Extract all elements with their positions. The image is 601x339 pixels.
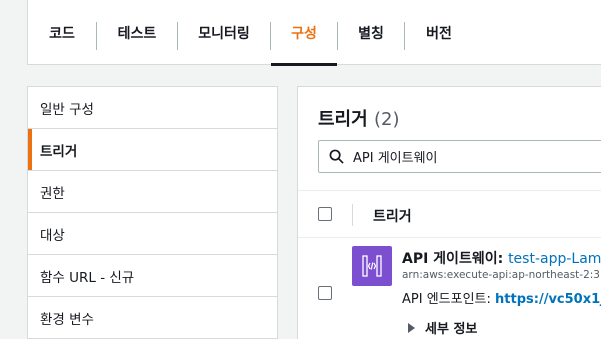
triggers-heading: 트리거 bbox=[318, 109, 368, 130]
column-divider bbox=[352, 204, 353, 226]
configuration-sidebar: 일반 구성 트리거 권한 대상 함수 URL - 신규 환경 변수 bbox=[27, 86, 278, 339]
trigger-arn: arn:aws:execute-api:ap-northeast-2:3 bbox=[402, 269, 600, 281]
table-row: API 게이트웨이: test-app-Lambda arn:aws:execu… bbox=[298, 238, 601, 339]
search-icon bbox=[329, 149, 344, 164]
row-checkbox[interactable] bbox=[318, 286, 332, 300]
search-input[interactable] bbox=[353, 149, 593, 164]
trigger-count: (2) bbox=[373, 109, 400, 130]
sidebar-item-general-configuration[interactable]: 일반 구성 bbox=[28, 87, 277, 129]
sidebar-item-environment-variables[interactable]: 환경 변수 bbox=[28, 297, 277, 339]
table-header: 트리거 bbox=[298, 190, 601, 238]
trigger-type: API 게이트웨이: bbox=[402, 251, 504, 267]
tab-code[interactable]: 코드 bbox=[28, 0, 96, 65]
api-endpoint: API 엔드포인트: https://vc50x1j bbox=[402, 288, 601, 307]
tab-test[interactable]: 테스트 bbox=[97, 0, 177, 65]
column-header-trigger: 트리거 bbox=[373, 209, 412, 225]
endpoint-link[interactable]: https://vc50x1j bbox=[495, 292, 601, 307]
trigger-link[interactable]: test-app-Lambda bbox=[508, 251, 601, 267]
tab-aliases[interactable]: 별칭 bbox=[338, 0, 404, 65]
sidebar-item-function-url[interactable]: 함수 URL - 신규 bbox=[28, 255, 277, 297]
function-tabs: 코드 테스트 모니터링 구성 별칭 버전 bbox=[27, 0, 601, 66]
select-all-checkbox[interactable] bbox=[318, 207, 332, 221]
sidebar-item-triggers[interactable]: 트리거 bbox=[28, 129, 277, 171]
trigger-title: API 게이트웨이: test-app-Lambda bbox=[402, 248, 601, 268]
caret-right-icon bbox=[408, 322, 415, 333]
search-box[interactable] bbox=[318, 140, 601, 173]
page-title: 트리거 (2) bbox=[318, 105, 399, 131]
tab-monitoring[interactable]: 모니터링 bbox=[178, 0, 270, 65]
tab-versions[interactable]: 버전 bbox=[405, 0, 473, 65]
details-label: 세부 정보 bbox=[425, 322, 478, 337]
sidebar-item-permissions[interactable]: 권한 bbox=[28, 171, 277, 213]
api-gateway-icon bbox=[352, 246, 392, 286]
tab-configuration[interactable]: 구성 bbox=[271, 0, 337, 66]
endpoint-label: API 엔드포인트: bbox=[402, 292, 491, 307]
details-expander[interactable]: 세부 정보 bbox=[408, 318, 477, 337]
api-gateway-glyph bbox=[362, 255, 382, 277]
sidebar-item-destinations[interactable]: 대상 bbox=[28, 213, 277, 255]
triggers-panel: 트리거 (2) 트리거 API 게이트웨이: test-app-Lambda bbox=[297, 86, 601, 339]
